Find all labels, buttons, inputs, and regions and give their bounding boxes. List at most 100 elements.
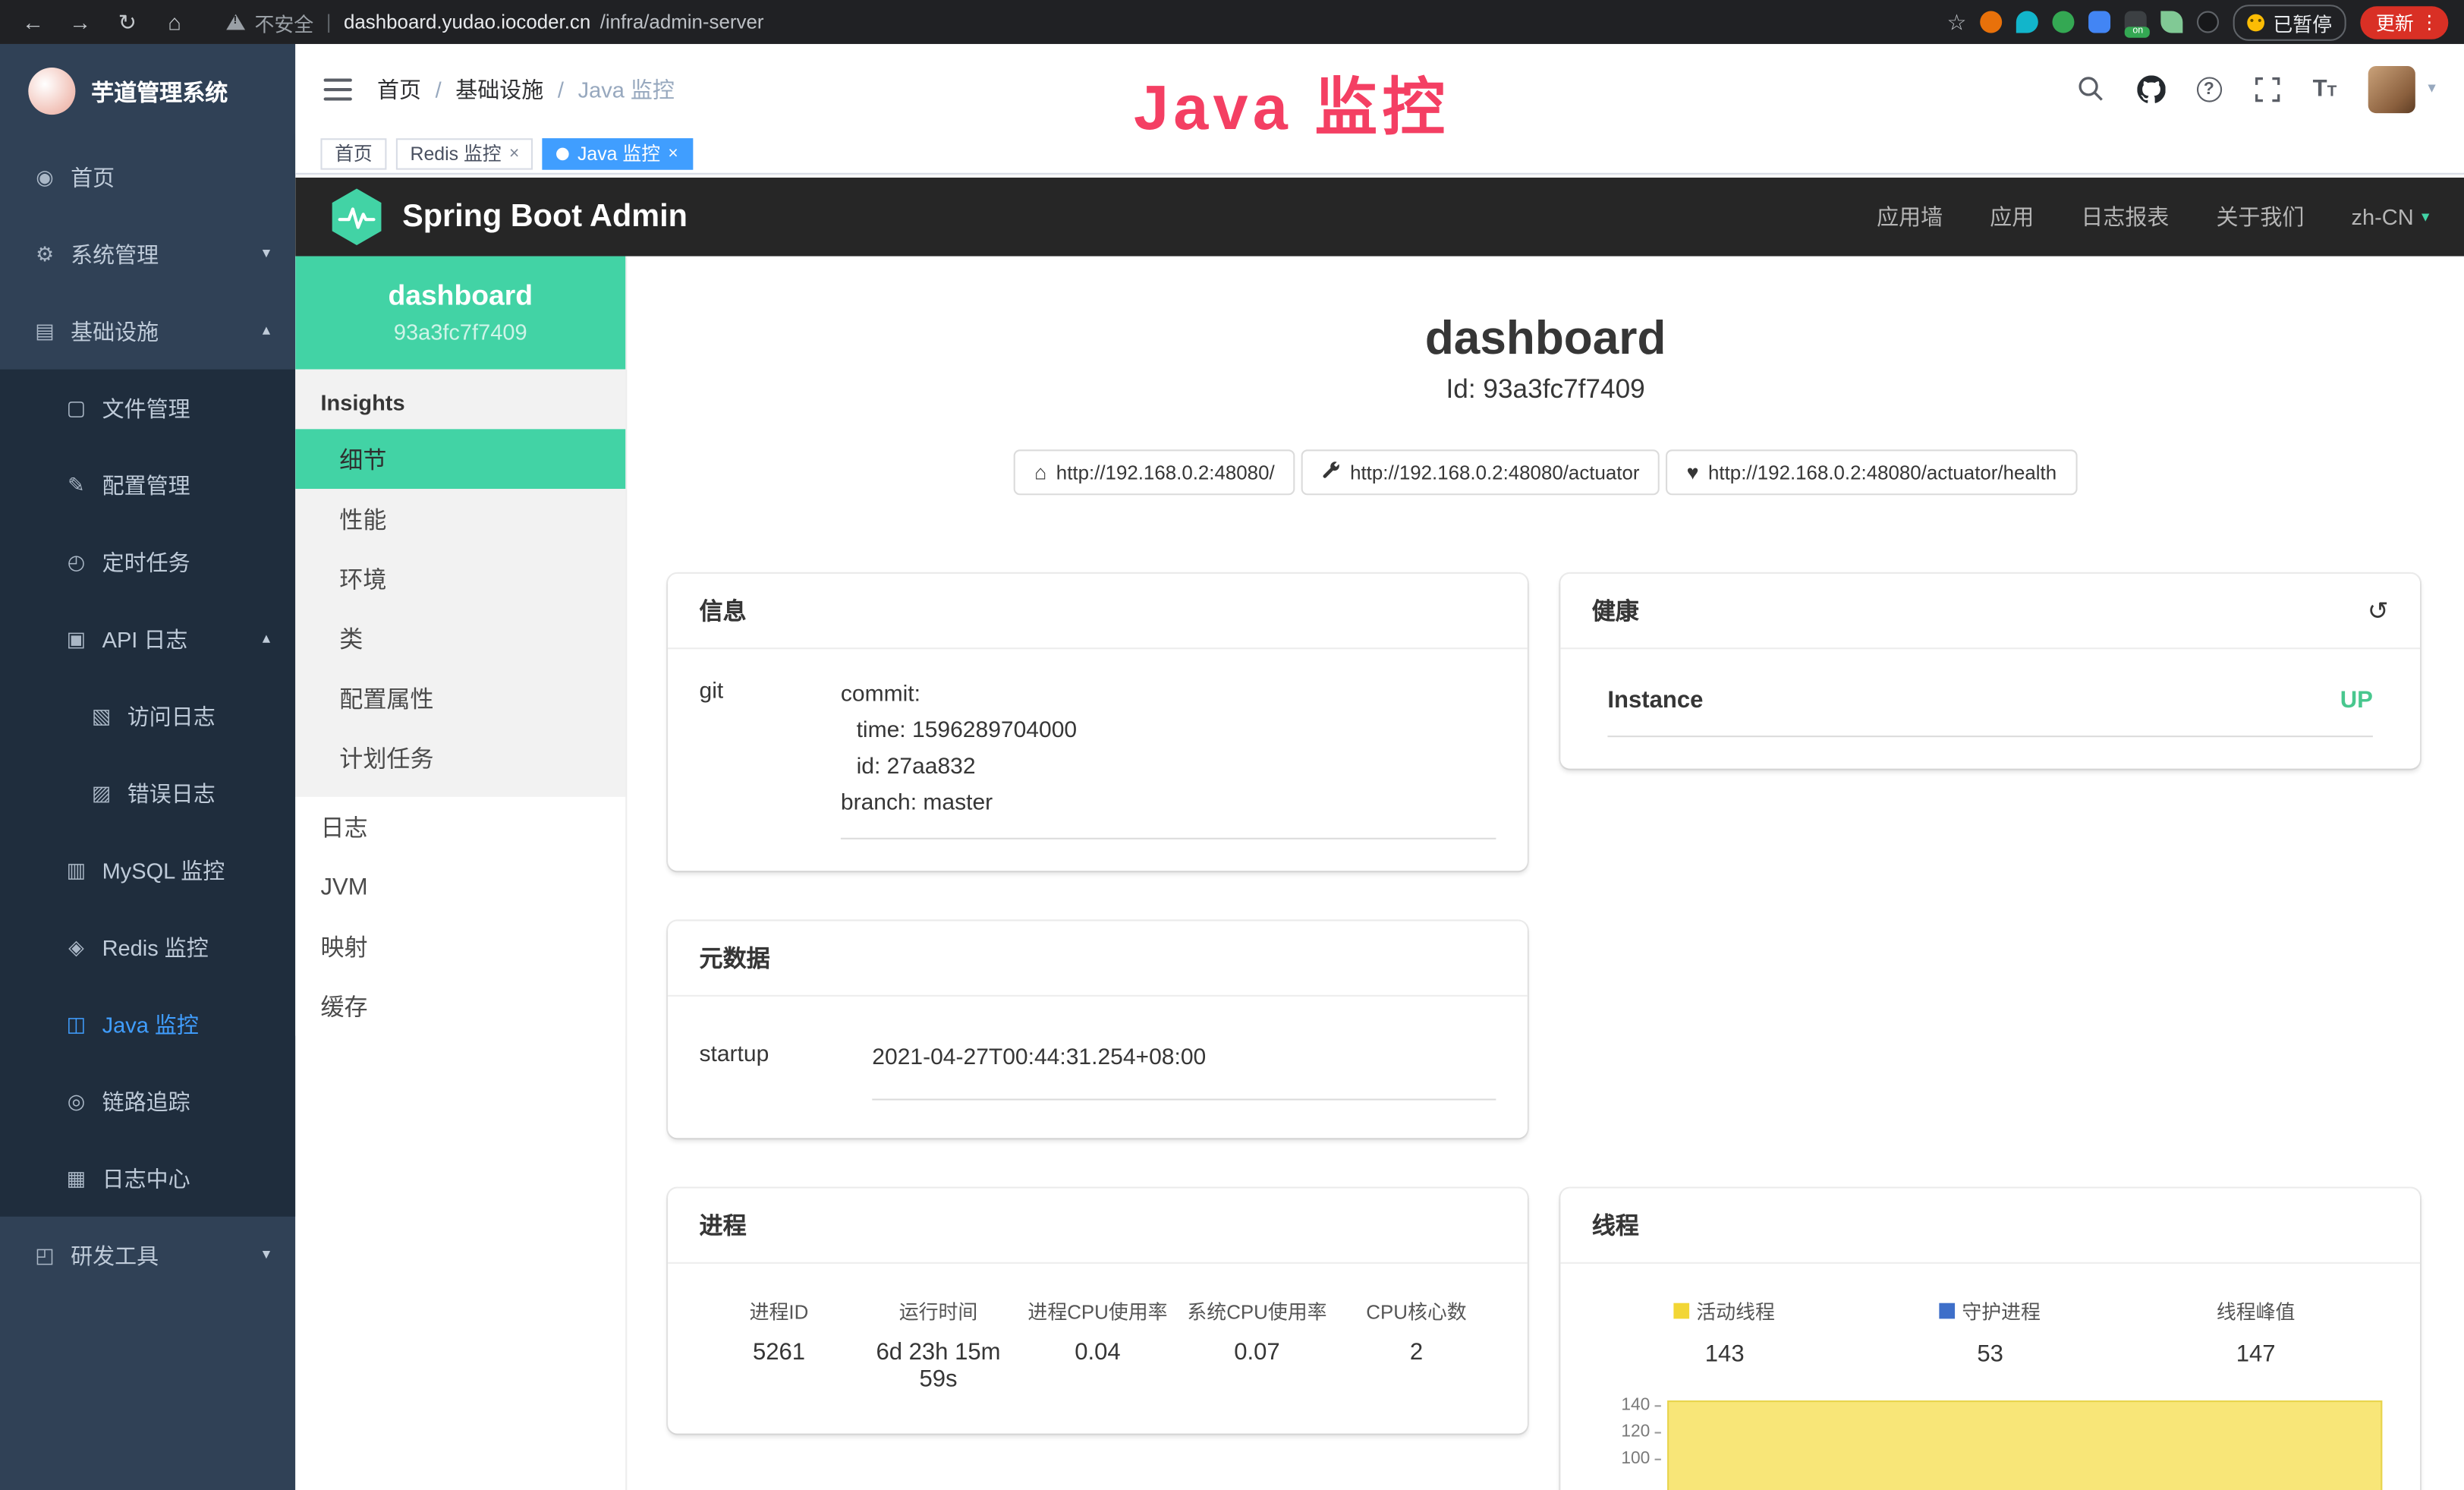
sba-nav-applications[interactable]: 应用	[1990, 201, 2034, 232]
infra-icon: ▤	[33, 318, 56, 343]
tab-java-monitor[interactable]: Java 监控 ×	[543, 137, 692, 169]
sba-nav-about[interactable]: 关于我们	[2216, 201, 2304, 232]
sidebar-item-devtools[interactable]: ◰ 研发工具 ▾	[0, 1217, 295, 1293]
sidebar-item-java[interactable]: ◫ Java 监控	[0, 985, 295, 1062]
address-bar[interactable]: 不安全 | dashboard.yudao.iocoder.cn/infra/a…	[226, 7, 1934, 36]
chevron-down-icon[interactable]: ▾	[2428, 80, 2435, 98]
sidebar-item-infra[interactable]: ▤ 基础设施 ▴	[0, 292, 295, 369]
sba-nav-wallboard[interactable]: 应用墙	[1877, 201, 1943, 232]
top-navbar: 首页 / 基础设施 / Java 监控 Java 监控 ?	[295, 44, 2464, 134]
sidebar-item-log-center[interactable]: ▦ 日志中心	[0, 1139, 295, 1216]
home-icon[interactable]: ⌂	[157, 9, 192, 34]
legend-label: 守护进程	[1962, 1295, 2041, 1325]
tab-redis-monitor[interactable]: Redis 监控 ×	[396, 137, 533, 169]
legend-live-threads: 活动线程 143	[1592, 1295, 1858, 1367]
actuator-url: http://192.168.0.2:48080/actuator	[1350, 461, 1639, 484]
avatar[interactable]	[2368, 65, 2415, 112]
sidebar-item-access-log[interactable]: ▧ 访问日志	[0, 678, 295, 754]
tab-home[interactable]: 首页	[320, 137, 386, 169]
forward-icon[interactable]: →	[63, 9, 98, 34]
sba-item-metrics[interactable]: 性能	[295, 489, 625, 549]
legend-daemon-threads: 守护进程 53	[1858, 1295, 2123, 1367]
close-icon[interactable]: ×	[509, 143, 519, 162]
divider: |	[326, 11, 332, 33]
fullscreen-icon[interactable]	[2253, 74, 2281, 102]
sidebar-item-home[interactable]: ◉ 首页	[0, 138, 295, 215]
extension-teal-icon[interactable]	[2017, 11, 2039, 33]
extension-green-icon[interactable]	[2053, 11, 2075, 33]
process-card-body: 进程ID 5261 运行时间 6d 23h 15m 59s 进程CPU使用率	[668, 1264, 1528, 1434]
health-card: 健康 ↺ Instance UP	[1560, 574, 2420, 769]
sba-item-details[interactable]: 细节	[295, 429, 625, 489]
sidebar-item-label: Redis 监控	[102, 931, 209, 962]
y-tick: 100	[1592, 1446, 1664, 1473]
threads-chart: 140 120 100	[1592, 1393, 2389, 1490]
legend-value: 147	[2123, 1340, 2389, 1367]
history-icon[interactable]: ↺	[2368, 595, 2389, 626]
sba-item-configprops[interactable]: 配置属性	[295, 668, 625, 728]
bookmark-star-icon[interactable]: ☆	[1947, 8, 1967, 35]
sba-item-classes[interactable]: 类	[295, 608, 625, 668]
extension-orange-icon[interactable]	[1981, 11, 2003, 33]
sidebar-item-system[interactable]: ⚙ 系统管理 ▾	[0, 216, 295, 292]
threads-card-body: 活动线程 143 守护进程	[1560, 1264, 2420, 1490]
legend-swatch-blue	[1940, 1303, 1956, 1318]
service-url-button[interactable]: ⌂ http://192.168.0.2:48080/	[1014, 449, 1295, 495]
extension-leaf-icon[interactable]	[2161, 11, 2183, 33]
error-log-icon: ▨	[90, 780, 113, 805]
sba-item-scheduled-tasks[interactable]: 计划任务	[295, 728, 625, 788]
sidebar-item-api-log[interactable]: ▣ API 日志 ▴	[0, 600, 295, 677]
sba-item-caches[interactable]: 缓存	[295, 976, 625, 1036]
extension-grid-icon[interactable]	[2089, 11, 2111, 33]
info-card-body: git commit: time: 1596289704000 id: 27aa…	[668, 649, 1528, 871]
sba-item-logfile[interactable]: 日志	[295, 797, 625, 857]
cpu-cores: CPU核心数 2	[1336, 1295, 1496, 1392]
sidebar-item-files[interactable]: ▢ 文件管理	[0, 370, 295, 446]
health-instance-row[interactable]: Instance UP	[1607, 687, 2372, 737]
edit-icon: ✎	[65, 472, 88, 497]
extension-on-icon[interactable]: on	[2126, 11, 2148, 33]
sidebar-item-label: 文件管理	[102, 392, 190, 424]
sba-app-header[interactable]: dashboard 93a3fc7f7409	[295, 257, 625, 370]
sidebar-item-config[interactable]: ✎ 配置管理	[0, 446, 295, 523]
sidebar-item-tracing[interactable]: ◎ 链路追踪	[0, 1063, 295, 1139]
sidebar-item-mysql[interactable]: ▥ MySQL 监控	[0, 831, 295, 908]
app-sidebar: 芋道管理系统 ◉ 首页 ⚙ 系统管理 ▾ ▤ 基础设施 ▴ ▢ 文件管理	[0, 44, 295, 1490]
help-icon[interactable]: ?	[2196, 76, 2221, 101]
health-url-button[interactable]: ♥ http://192.168.0.2:48080/actuator/heal…	[1666, 449, 2077, 495]
tab-label: Redis 监控	[411, 140, 502, 166]
sba-body: dashboard 93a3fc7f7409 Insights 细节 性能 环境…	[295, 257, 2464, 1490]
font-size-icon[interactable]: TT	[2313, 74, 2337, 102]
github-icon[interactable]	[2137, 74, 2165, 102]
reload-icon[interactable]: ↻	[110, 8, 145, 35]
hamburger-icon[interactable]	[324, 78, 352, 100]
actuator-url-button[interactable]: http://192.168.0.2:48080/actuator	[1301, 449, 1660, 495]
language-label: zh-CN	[2352, 204, 2414, 229]
back-icon[interactable]: ←	[16, 9, 51, 34]
chevron-down-icon: ▾	[2422, 208, 2429, 225]
breadcrumb-home[interactable]: 首页	[377, 73, 421, 104]
sba-nav-journal[interactable]: 日志报表	[2081, 201, 2169, 232]
search-icon[interactable]	[2077, 74, 2105, 102]
update-button[interactable]: 更新 ⋮	[2360, 5, 2448, 38]
kebab-menu-icon[interactable]: ⋮	[2420, 11, 2439, 33]
sba-item-jvm[interactable]: JVM	[295, 857, 625, 917]
sidebar-item-redis[interactable]: ◈ Redis 监控	[0, 909, 295, 985]
sidebar-item-error-log[interactable]: ▨ 错误日志	[0, 754, 295, 831]
timer-icon: ◴	[65, 550, 88, 575]
instance-label: Instance	[1607, 687, 1703, 713]
breadcrumb-infra[interactable]: 基础设施	[455, 73, 543, 104]
sba-item-mappings[interactable]: 映射	[295, 916, 625, 976]
language-selector[interactable]: zh-CN ▾	[2352, 204, 2430, 229]
info-key: git	[700, 678, 841, 840]
extension-dark-icon[interactable]	[2198, 11, 2220, 33]
sidebar-item-label: MySQL 监控	[102, 854, 225, 885]
paused-badge[interactable]: 已暂停	[2234, 4, 2346, 40]
threads-card: 线程 活动线程 143	[1560, 1189, 2420, 1490]
sba-insights-section: Insights 细节 性能 环境 类 配置属性 计划任务	[295, 370, 625, 797]
close-icon[interactable]: ×	[668, 143, 678, 162]
sba-app-name: dashboard	[311, 280, 609, 313]
health-card-header: 健康 ↺	[1560, 574, 2420, 649]
sidebar-item-scheduler[interactable]: ◴ 定时任务	[0, 524, 295, 600]
sba-item-environment[interactable]: 环境	[295, 549, 625, 609]
